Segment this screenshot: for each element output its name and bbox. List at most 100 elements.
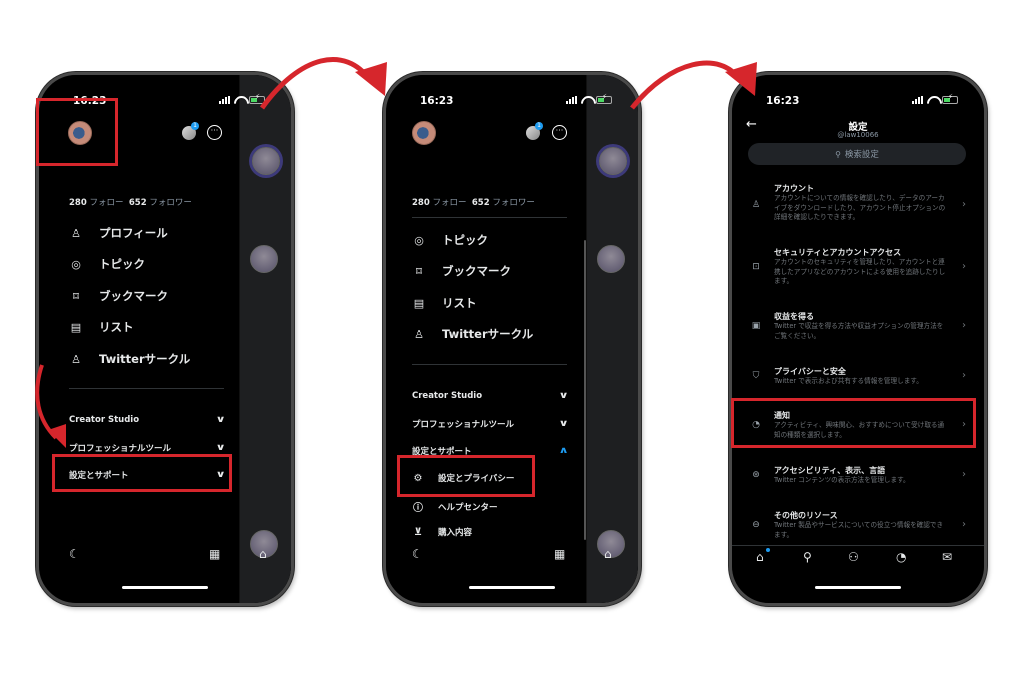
section-professional-tools[interactable]: プロフェッショナルツール ∨ (69, 442, 225, 454)
settings-item-title: その他のリソース (774, 511, 838, 520)
accessibility-icon: ⊛ (752, 470, 760, 480)
menu-item-bookmarks[interactable]: ⌑ ブックマーク (69, 288, 168, 304)
chevron-down-icon: ∨ (558, 419, 569, 429)
section-professional-tools[interactable]: プロフェッショナルツール ∨ (412, 418, 569, 430)
home-icon[interactable]: ⌂ (604, 547, 612, 561)
more-options-icon[interactable]: ··· (207, 125, 222, 140)
screen: 16:23 1 ··· 280 フォロー 652 フォロワー ◎ トピック ⌑ ブッ… (386, 75, 638, 603)
communities-icon[interactable]: ⚇ (848, 550, 859, 564)
settings-item-monetization[interactable]: ▣ 収益を得る Twitter で収益を得る方法や収益オプションの管理方法をご覧… (746, 311, 970, 341)
home-icon[interactable]: ⌂ (259, 547, 267, 561)
home-unread-dot (766, 548, 770, 552)
home-indicator (469, 586, 555, 589)
menu-item-twitter-circle[interactable]: ♙ Twitterサークル (69, 351, 190, 367)
menu-label: ブックマーク (99, 289, 168, 303)
timeline-behind-drawer (239, 75, 291, 603)
qr-code-icon[interactable]: ▦ (209, 547, 220, 561)
menu-item-topics[interactable]: ◎ トピック (412, 232, 488, 248)
settings-item-privacy-safety[interactable]: ⛉ プライバシーと安全 Twitter で表示および共有する情報を管理します。 … (746, 366, 970, 386)
menu-item-bookmarks[interactable]: ⌑ ブックマーク (412, 263, 511, 279)
more-icon: ⊖ (752, 520, 760, 530)
scrollbar[interactable] (584, 240, 586, 540)
following-count[interactable]: 280 (69, 198, 87, 208)
settings-item-title: アクセシビリティ、表示、言語 (774, 466, 886, 475)
topic-icon: ◎ (414, 233, 424, 247)
settings-item-title: 収益を得る (774, 312, 814, 321)
profile-avatar[interactable] (412, 121, 436, 145)
menu-label: リスト (442, 296, 477, 310)
bookmark-icon: ⌑ (416, 264, 422, 278)
followers-count[interactable]: 652 (472, 198, 490, 208)
more-options-icon[interactable]: ··· (552, 125, 567, 140)
following-label[interactable]: フォロー (432, 198, 466, 208)
wifi-icon (234, 96, 245, 104)
followers-label[interactable]: フォロワー (149, 198, 192, 208)
section-label: Creator Studio (412, 391, 483, 401)
divider (412, 364, 567, 365)
follow-counts: 280 フォロー 652 フォロワー (412, 196, 535, 208)
twitter-circle-icon: ♙ (71, 352, 81, 366)
menu-item-twitter-circle[interactable]: ♙ Twitterサークル (412, 326, 533, 342)
notification-badge: 1 (191, 122, 199, 130)
sub-item-purchases[interactable]: ⊻ 購入内容 (412, 526, 473, 539)
dark-mode-icon[interactable]: ☾ (412, 547, 423, 561)
status-time: 16:23 (766, 95, 800, 107)
mail-icon[interactable]: ✉ (942, 550, 952, 564)
signal-icon (566, 96, 577, 104)
highlight-profile-avatar (36, 98, 118, 166)
fleet-avatar[interactable] (252, 147, 280, 175)
menu-label: リスト (99, 320, 134, 334)
followers-label[interactable]: フォロワー (492, 198, 535, 208)
followers-count[interactable]: 652 (129, 198, 147, 208)
home-indicator (122, 586, 208, 589)
menu-label: トピック (442, 233, 488, 247)
section-creator-studio[interactable]: Creator Studio ∨ (412, 391, 568, 401)
settings-search-input[interactable]: ⚲ 検索設定 (748, 143, 966, 165)
menu-item-lists[interactable]: ▤ リスト (69, 319, 134, 335)
chevron-right-icon: › (962, 519, 966, 530)
section-label: Creator Studio (69, 415, 140, 425)
settings-item-accessibility[interactable]: ⊛ アクセシビリティ、表示、言語 Twitter コンテンツの表示方法を管理しま… (746, 465, 970, 485)
shield-icon: ⛉ (752, 371, 760, 381)
settings-item-title: セキュリティとアカウントアクセス (774, 248, 902, 257)
battery-icon (249, 93, 265, 104)
chevron-right-icon: › (962, 469, 966, 480)
home-icon[interactable]: ⌂ (756, 550, 764, 564)
menu-item-profile[interactable]: ♙ プロフィール (69, 225, 168, 241)
status-time: 16:23 (420, 95, 454, 107)
tweet-avatar[interactable] (597, 245, 625, 273)
menu-label: Twitterサークル (99, 352, 191, 366)
settings-item-title: アカウント (774, 184, 814, 193)
phone-2-drawer-expanded: 16:23 1 ··· 280 フォロー 652 フォロワー ◎ トピック ⌑ ブッ… (383, 72, 641, 606)
screen: 16:23 ← 設定 @law10066 ⚲ 検索設定 ♙ アカウント アカウン… (732, 75, 984, 603)
bell-icon[interactable]: ◔ (896, 550, 906, 564)
tweet-avatar[interactable] (250, 245, 278, 273)
chevron-right-icon: › (962, 320, 966, 331)
dark-mode-icon[interactable]: ☾ (69, 547, 80, 561)
sub-item-help-center[interactable]: ⓘ ヘルプセンター (412, 499, 498, 515)
settings-item-security[interactable]: ⊡ セキュリティとアカウントアクセス アカウントのセキュリティを管理したり、アカ… (746, 247, 970, 287)
following-count[interactable]: 280 (412, 198, 430, 208)
following-label[interactable]: フォロー (89, 198, 123, 208)
user-handle: @law10066 (837, 131, 879, 139)
sub-item-label: 購入内容 (438, 528, 473, 538)
menu-item-topics[interactable]: ◎ トピック (69, 256, 145, 272)
battery-icon (596, 93, 612, 104)
fleet-avatar[interactable] (599, 147, 627, 175)
menu-item-lists[interactable]: ▤ リスト (412, 295, 477, 311)
status-bar: 16:23 (386, 93, 638, 109)
twitter-circle-icon: ♙ (414, 327, 424, 341)
qr-code-icon[interactable]: ▦ (554, 547, 565, 561)
settings-item-desc: アカウントについての情報を確認したり、データのアーカイブをダウンロードしたり、ア… (774, 194, 946, 222)
settings-item-resources[interactable]: ⊖ その他のリソース Twitter 製品やサービスについての役立つ情報を確認で… (746, 510, 970, 540)
settings-item-account[interactable]: ♙ アカウント アカウントについての情報を確認したり、データのアーカイブをダウン… (746, 183, 970, 227)
settings-item-desc: Twitter で収益を得る方法や収益オプションの管理方法をご覧ください。 (774, 322, 944, 340)
section-creator-studio[interactable]: Creator Studio ∨ (69, 415, 225, 425)
help-icon: ⓘ (413, 503, 423, 514)
cart-icon: ⊻ (413, 526, 423, 538)
menu-label: ブックマーク (442, 264, 511, 278)
search-icon[interactable]: ⚲ (803, 550, 812, 564)
lock-icon: ⊡ (752, 262, 760, 272)
person-icon: ♙ (71, 226, 81, 240)
settings-item-desc: Twitter で表示および共有する情報を管理します。 (774, 377, 923, 385)
